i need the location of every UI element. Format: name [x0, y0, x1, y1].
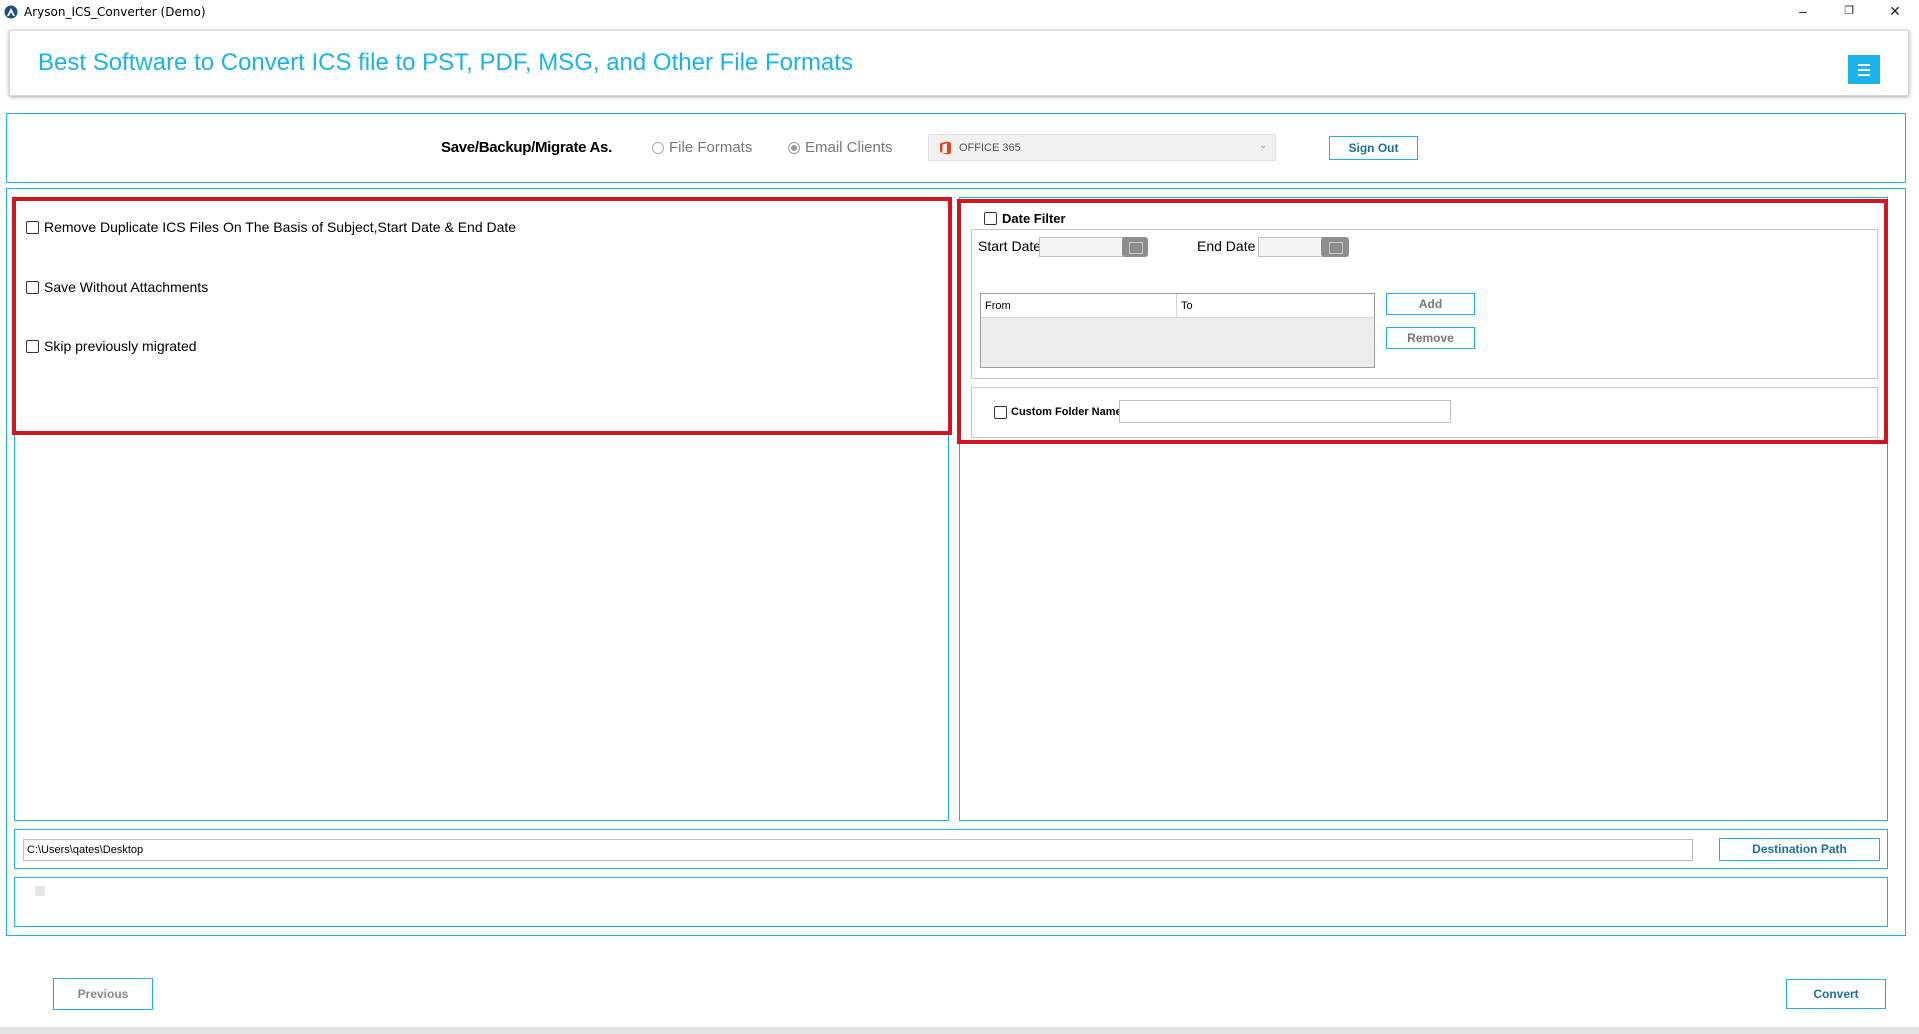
window-bottom-edge: [0, 1027, 1919, 1034]
progress-indicator: [35, 886, 45, 896]
custom-folder-input[interactable]: [1119, 400, 1451, 423]
hamburger-menu-button[interactable]: [1848, 55, 1880, 84]
custom-folder-label[interactable]: Custom Folder Name: [1011, 406, 1122, 418]
restore-button[interactable]: ❐: [1826, 0, 1872, 25]
custom-folder-checkbox[interactable]: [994, 406, 1007, 419]
menu-line-icon: [1858, 64, 1870, 66]
date-filter-label[interactable]: Date Filter: [1002, 211, 1066, 226]
destination-path-input[interactable]: C:\Users\qates\Desktop: [23, 839, 1693, 861]
table-header-from: From: [985, 300, 1011, 312]
save-without-attachments-checkbox[interactable]: [26, 281, 39, 294]
page-headline: Best Software to Convert ICS file to PST…: [38, 49, 853, 76]
custom-folder-group: Custom Folder Name: [971, 387, 1878, 438]
progress-panel: [14, 877, 1888, 927]
email-clients-radio-label[interactable]: Email Clients: [805, 139, 893, 156]
selected-target-value: OFFICE 365: [959, 142, 1021, 154]
menu-line-icon: [1858, 69, 1870, 71]
destination-path-value: C:\Users\qates\Desktop: [27, 844, 144, 856]
date-range-table: From To: [980, 293, 1375, 368]
office365-icon: [940, 141, 951, 155]
window-title: Aryson_ICS_Converter (Demo): [24, 5, 206, 19]
app-logo-icon: [4, 5, 18, 19]
previous-button[interactable]: Previous: [53, 978, 153, 1010]
minimize-button[interactable]: –: [1780, 0, 1826, 25]
destination-panel: C:\Users\qates\Desktop Destination Path: [14, 829, 1888, 869]
start-date-calendar-icon[interactable]: [1122, 237, 1148, 257]
table-header-divider: [1176, 294, 1177, 318]
save-without-attachments-label[interactable]: Save Without Attachments: [44, 279, 208, 295]
remove-date-range-button[interactable]: Remove: [1386, 327, 1475, 349]
end-date-label: End Date :: [1197, 238, 1264, 254]
table-header-row: From To: [981, 294, 1374, 318]
table-header-to: To: [1181, 300, 1193, 312]
skip-previously-migrated-checkbox[interactable]: [26, 340, 39, 353]
save-as-bar: Save/Backup/Migrate As. File Formats Ema…: [6, 113, 1906, 183]
skip-previously-migrated-label[interactable]: Skip previously migrated: [44, 338, 197, 354]
add-date-range-button[interactable]: Add: [1386, 293, 1475, 315]
menu-line-icon: [1858, 74, 1870, 76]
destination-path-button[interactable]: Destination Path: [1719, 838, 1880, 861]
file-formats-radio[interactable]: [652, 142, 664, 154]
sign-out-button[interactable]: Sign Out: [1329, 136, 1418, 160]
end-date-calendar-icon[interactable]: [1321, 237, 1349, 257]
title-bar: Aryson_ICS_Converter (Demo) – ❐ ✕: [0, 0, 1919, 25]
date-filter-group: Start Date : End Date : From To Add Remo…: [971, 229, 1878, 379]
email-clients-radio[interactable]: [788, 142, 800, 154]
remove-duplicates-label[interactable]: Remove Duplicate ICS Files On The Basis …: [44, 219, 516, 235]
chevron-down-icon: ⌄: [1259, 140, 1268, 151]
save-as-label: Save/Backup/Migrate As.: [441, 139, 612, 156]
convert-button[interactable]: Convert: [1786, 979, 1886, 1009]
options-highlight: Remove Duplicate ICS Files On The Basis …: [12, 197, 952, 435]
header-banner: Best Software to Convert ICS file to PST…: [9, 30, 1909, 96]
email-client-select[interactable]: OFFICE 365 ⌄: [928, 134, 1276, 161]
file-formats-radio-label[interactable]: File Formats: [669, 139, 752, 156]
filter-highlight: Date Filter Start Date : End Date : From…: [957, 199, 1888, 444]
date-filter-checkbox[interactable]: [984, 212, 997, 225]
remove-duplicates-checkbox[interactable]: [26, 221, 39, 234]
close-button[interactable]: ✕: [1872, 0, 1918, 25]
